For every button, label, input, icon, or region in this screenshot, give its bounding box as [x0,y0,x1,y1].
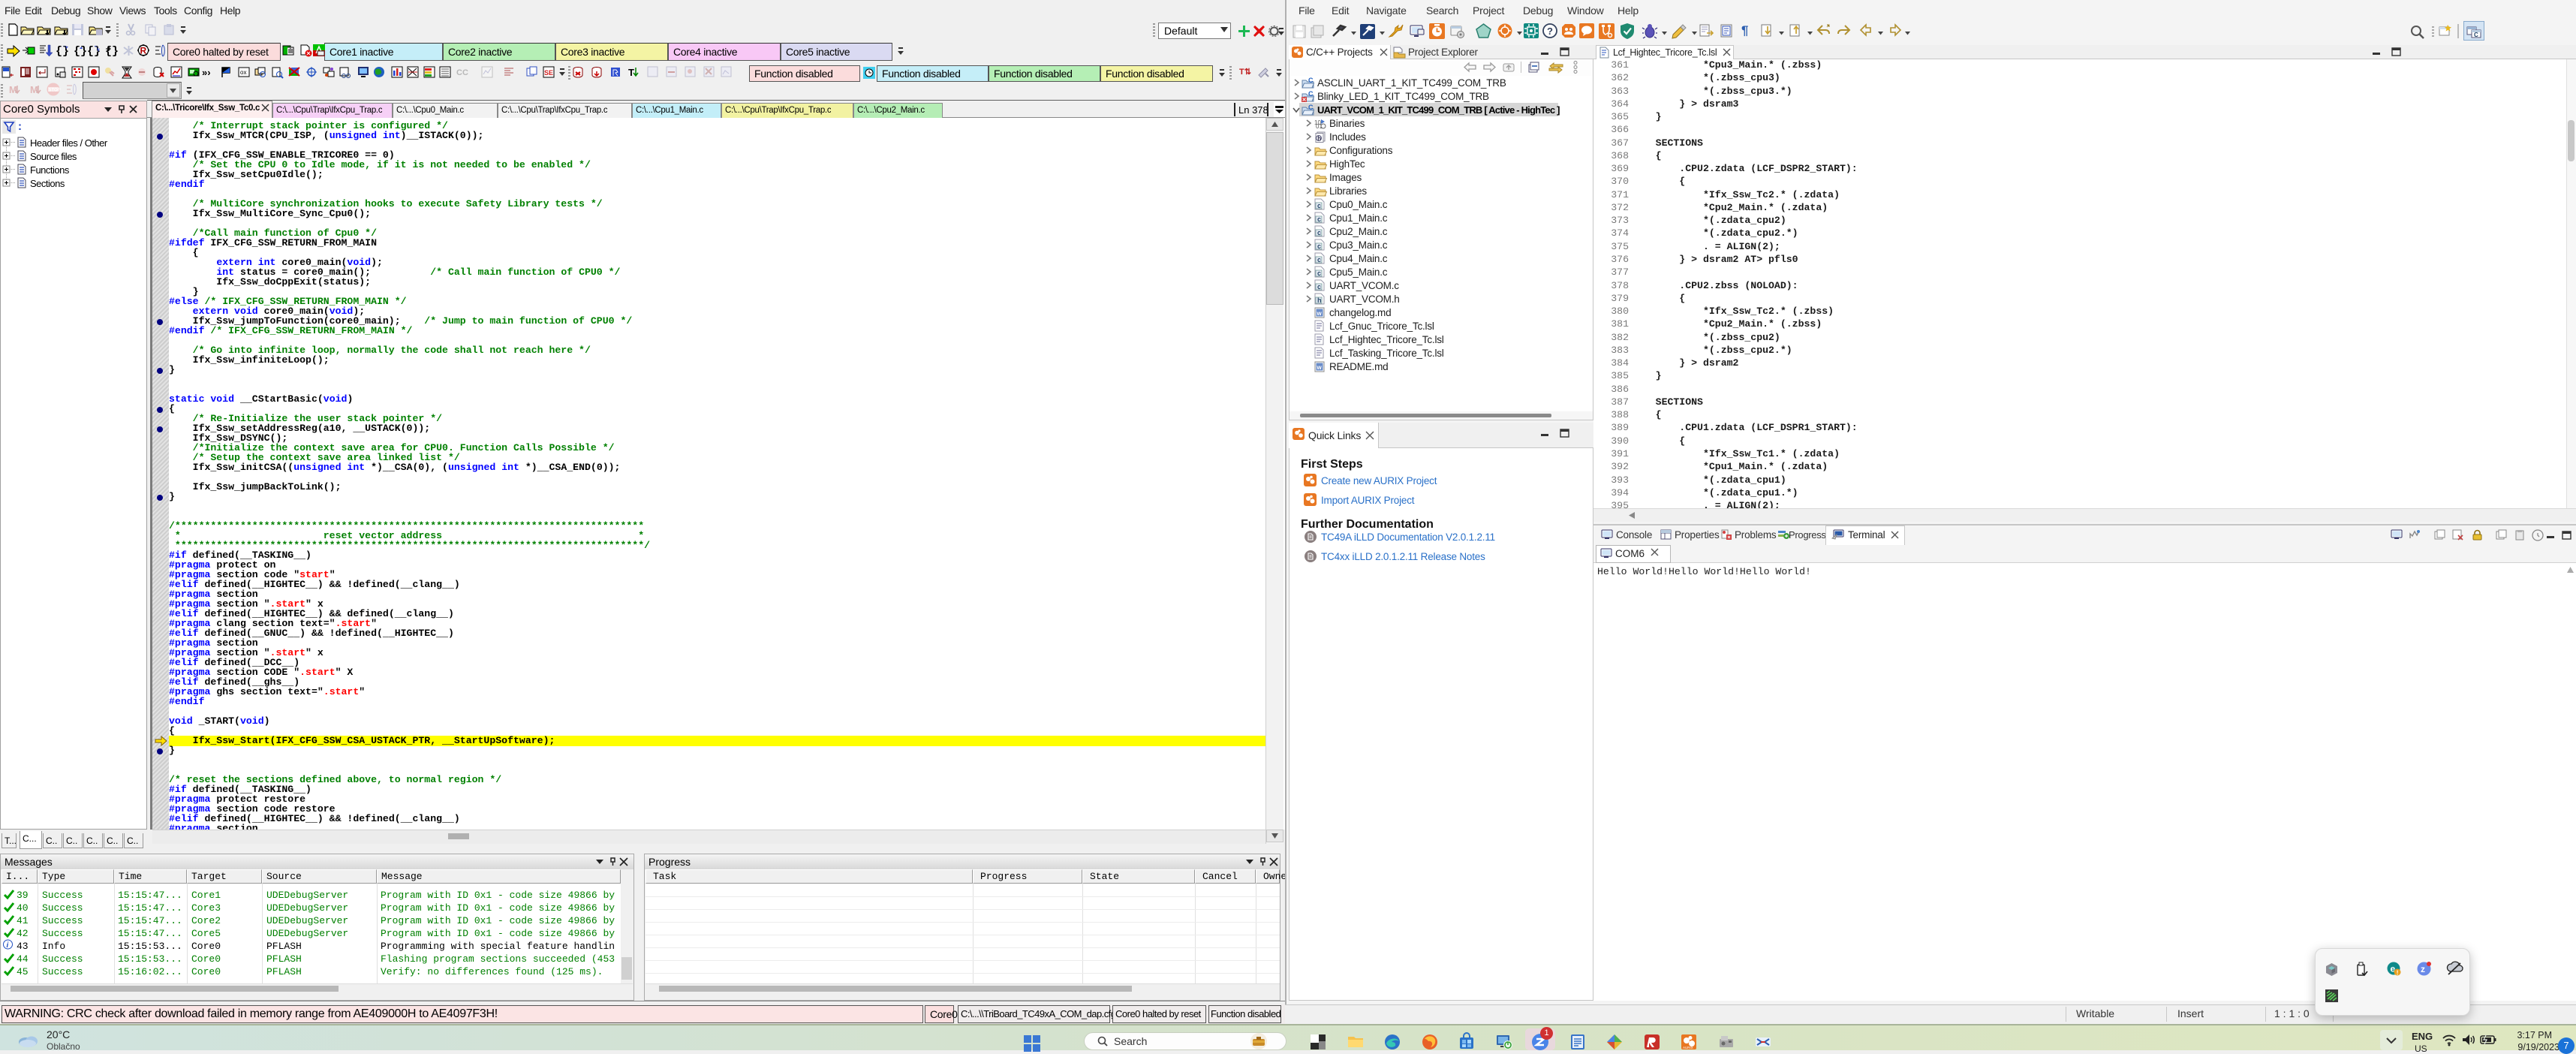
svg-text:h: h [1317,297,1322,304]
svg-text:R: R [140,46,147,56]
svg-text:»›: »› [202,67,211,78]
svg-text:AURIX: AURIX [1683,1046,1693,1049]
svg-text:c: c [1317,242,1321,250]
svg-text:C: C [1308,104,1314,111]
svg-text:ox: ox [240,69,246,76]
svg-text:STOP: STOP [49,89,61,93]
svg-text:w: w [1317,310,1323,317]
svg-text:C: C [1308,77,1314,84]
svg-text:h: h [1317,135,1321,142]
svg-text:c: c [1317,215,1321,223]
svg-text:M: M [30,84,38,95]
svg-text:c: c [1317,202,1321,209]
svg-text:{}: {} [105,45,119,58]
svg-text:c: c [1317,283,1321,291]
svg-text:z: z [2421,964,2425,974]
svg-text:c: c [1317,229,1321,236]
svg-text:?: ? [1547,26,1553,37]
svg-text:c: c [1317,270,1321,277]
svg-text:M: M [9,84,17,95]
svg-text:C: C [1308,90,1314,98]
svg-text:i: i [7,941,9,950]
svg-text:T: T [628,67,634,78]
svg-text:SE: SE [544,69,553,77]
svg-text:CC: CC [456,68,468,77]
svg-text:C: C [2474,32,2478,38]
svg-text:T⇅: T⇅ [1239,68,1251,77]
svg-text:{}: {} [87,45,101,58]
svg-text:!: ! [2397,970,2399,977]
svg-text:c: c [1317,256,1321,264]
svg-text:w: w [1317,364,1323,371]
svg-text:{}: {} [74,45,87,58]
